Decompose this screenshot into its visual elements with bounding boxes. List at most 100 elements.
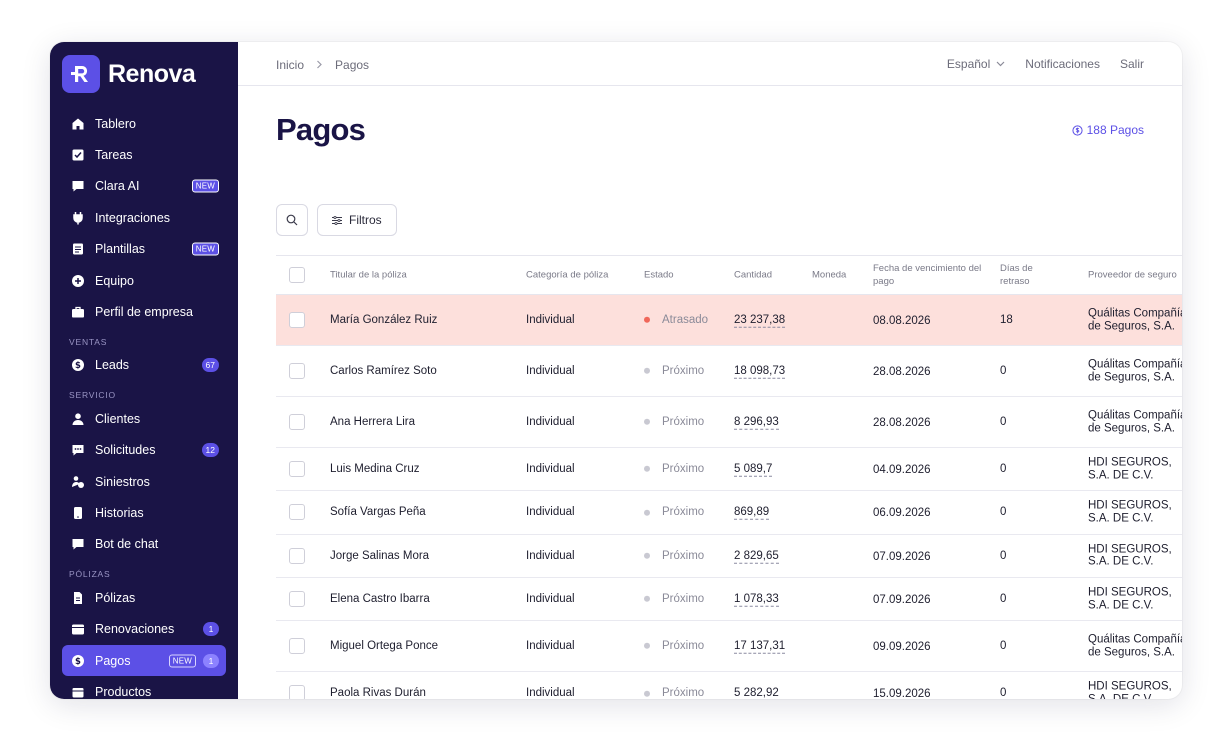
search-button[interactable] — [276, 204, 308, 236]
breadcrumb-home-link[interactable]: Inicio — [276, 58, 304, 72]
row-checkbox[interactable] — [289, 461, 305, 478]
column-header-category[interactable]: Categoría de póliza — [526, 269, 608, 282]
sidebar-item-clara-ai[interactable]: Clara AI NEW — [62, 171, 226, 202]
column-header-amount[interactable]: Cantidad — [734, 269, 772, 282]
policy-holder: Paola Rivas Durán — [330, 687, 426, 699]
delay-days: 0 — [1000, 415, 1007, 428]
table-row[interactable]: Sofía Vargas Peña Individual Próximo 869,89… — [276, 491, 1182, 535]
sidebar-item-pagos[interactable]: $ Pagos NEW 1 — [62, 644, 226, 677]
chevron-right-icon — [316, 58, 323, 72]
policy-holder: Luis Medina Cruz — [330, 462, 420, 475]
amount-cell: 18 098,73 — [734, 364, 786, 379]
amount-value[interactable]: 1 078,33 — [734, 592, 779, 607]
sidebar-item-siniestros[interactable]: Siniestros — [62, 466, 226, 497]
sidebar-item-polizas[interactable]: Pólizas — [62, 582, 226, 613]
row-checkbox[interactable] — [289, 414, 305, 430]
amount-value[interactable]: 2 829,65 — [734, 549, 779, 564]
top-bar: Inicio Pagos Español Notificaciones Sali… — [238, 42, 1182, 86]
sidebar-item-perfil-de-empresa[interactable]: Perfil de empresa — [62, 296, 226, 327]
sidebar-item-label: Bot de chat — [95, 537, 159, 552]
page-title: Pagos — [276, 112, 366, 147]
amount-value[interactable]: 869,89 — [734, 506, 770, 521]
sidebar-item-renovaciones[interactable]: Renovaciones 1 — [62, 613, 226, 644]
table-row[interactable]: Carlos Ramírez Soto Individual Próximo 18 0… — [276, 346, 1182, 397]
filters-button[interactable]: Filtros — [317, 204, 397, 236]
sidebar-item-plantillas[interactable]: Plantillas NEW — [62, 234, 226, 265]
sidebar-section-label: SERVICIO — [69, 390, 116, 401]
logout-link[interactable]: Salir — [1120, 57, 1144, 71]
status-badge: Próximo — [644, 549, 704, 562]
column-header-provider[interactable]: Proveedor de seguro — [1088, 269, 1177, 282]
status-label: Próximo — [662, 549, 705, 562]
sidebar-item-label: Historias — [95, 505, 144, 520]
count-badge: 67 — [201, 358, 219, 373]
sidebar-item-bot-de-chat[interactable]: Bot de chat — [62, 529, 226, 560]
amount-value[interactable]: 18 098,73 — [734, 364, 786, 379]
sidebar-item-tareas[interactable]: Tareas — [62, 139, 226, 170]
delay-days: 18 — [1000, 313, 1013, 326]
sidebar-item-leads[interactable]: $ Leads 67 — [62, 350, 226, 381]
sidebar-section-label: PÓLIZAS — [69, 569, 111, 580]
row-checkbox[interactable] — [289, 591, 305, 608]
status-dot-icon — [644, 552, 650, 559]
due-date: 09.09.2026 — [873, 640, 931, 653]
sidebar-item-solicitudes[interactable]: Solicitudes 12 — [62, 435, 226, 466]
select-all-checkbox[interactable] — [289, 267, 305, 283]
row-checkbox[interactable] — [289, 312, 305, 328]
column-header-currency[interactable]: Moneda — [812, 269, 846, 282]
plug-icon — [71, 211, 85, 225]
svg-text:$: $ — [75, 361, 81, 371]
policy-category: Individual — [526, 592, 575, 605]
column-header-delay-days[interactable]: Días de retraso — [1000, 262, 1050, 288]
column-header-status[interactable]: Estado — [644, 269, 674, 282]
breadcrumb-current: Pagos — [335, 58, 370, 72]
amount-value[interactable]: 8 296,93 — [734, 415, 779, 430]
status-dot-icon — [644, 690, 650, 697]
sidebar-item-label: Integraciones — [95, 210, 171, 225]
home-icon — [71, 117, 85, 131]
table-row[interactable]: Luis Medina Cruz Individual Próximo 5 089,7… — [276, 448, 1182, 492]
language-select[interactable]: Español — [947, 57, 1005, 71]
sidebar-item-tablero[interactable]: Tablero — [62, 108, 226, 139]
insurance-provider: HDI SEGUROS, S.A. DE C.V. — [1088, 586, 1172, 612]
delay-days: 0 — [1000, 639, 1007, 652]
document-icon — [71, 242, 85, 256]
payments-count-link[interactable]: 188 Pagos — [1072, 123, 1144, 137]
sidebar-item-equipo[interactable]: Equipo — [62, 265, 226, 296]
amount-value[interactable]: 5 282,92 — [734, 687, 779, 699]
table-row[interactable]: Paola Rivas Durán Individual Próximo 5 282,… — [276, 672, 1182, 699]
column-header-due-date[interactable]: Fecha de vencimiento del pago — [873, 262, 983, 288]
amount-value[interactable]: 17 137,31 — [734, 639, 786, 654]
table-row[interactable]: María González Ruiz Individual Atrasado 23 … — [276, 295, 1182, 346]
sidebar-item-productos[interactable]: Productos — [62, 676, 226, 699]
amount-cell: 1 078,33 — [734, 592, 779, 607]
amount-cell: 17 137,31 — [734, 639, 786, 654]
table-row[interactable]: Elena Castro Ibarra Individual Próximo 1 07… — [276, 578, 1182, 622]
count-badge: 1 — [203, 622, 219, 637]
amount-value[interactable]: 23 237,38 — [734, 313, 786, 328]
sliders-icon — [332, 215, 342, 225]
logo-mark-icon — [62, 55, 100, 93]
notifications-link[interactable]: Notificaciones — [1025, 57, 1100, 71]
status-badge: Próximo — [644, 365, 704, 378]
search-icon — [286, 214, 298, 226]
sidebar-item-integraciones[interactable]: Integraciones — [62, 202, 226, 233]
insurance-provider: Quálitas Compañía de Seguros, S.A. de C.… — [1088, 358, 1182, 384]
row-checkbox[interactable] — [289, 685, 305, 699]
row-checkbox[interactable] — [289, 363, 305, 379]
row-checkbox[interactable] — [289, 547, 305, 564]
row-checkbox[interactable] — [289, 504, 305, 521]
brand-logo[interactable]: Renova — [62, 55, 196, 93]
breadcrumb: Inicio Pagos — [276, 58, 369, 72]
table-row[interactable]: Ana Herrera Lira Individual Próximo 8 296,9… — [276, 397, 1182, 448]
amount-value[interactable]: 5 089,7 — [734, 462, 773, 477]
new-badge: NEW — [168, 654, 196, 668]
sidebar-item-label: Pólizas — [95, 590, 136, 605]
sidebar-item-label: Tareas — [95, 148, 133, 163]
sidebar-item-historias[interactable]: Historias — [62, 497, 226, 528]
row-checkbox[interactable] — [289, 638, 305, 655]
table-row[interactable]: Miguel Ortega Ponce Individual Próximo 17 1… — [276, 621, 1182, 673]
sidebar-item-clientes[interactable]: Clientes — [62, 403, 226, 434]
column-header-holder[interactable]: Titular de la póliza — [330, 269, 407, 282]
table-row[interactable]: Jorge Salinas Mora Individual Próximo 2 829… — [276, 535, 1182, 578]
